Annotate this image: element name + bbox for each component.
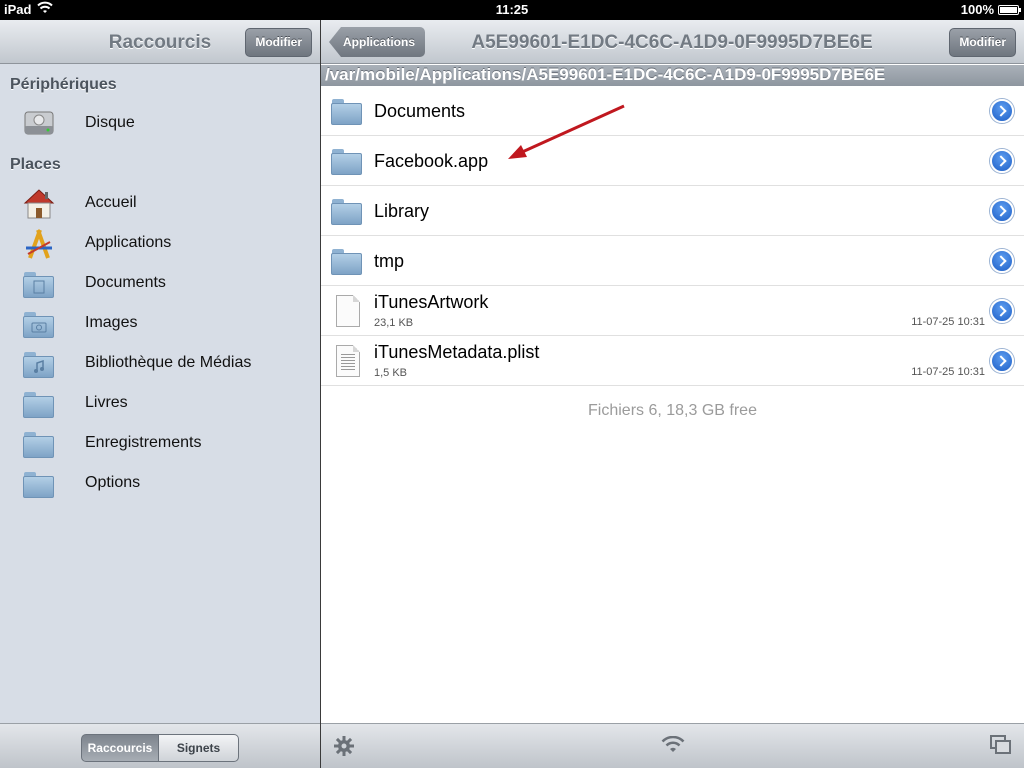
status-bar: iPad 11:25 100% xyxy=(0,0,1024,20)
document-icon xyxy=(330,295,364,327)
folder-title: A5E99601-E1DC-4C6C-A1D9-0F9995D7BE6E xyxy=(471,32,873,53)
shortcuts-edit-button[interactable]: Modifier xyxy=(245,28,312,57)
sidebar-item-label: Applications xyxy=(85,234,172,251)
home-icon xyxy=(22,188,56,220)
folder-icon xyxy=(22,468,56,500)
battery-icon xyxy=(998,5,1021,15)
battery-percent: 100% xyxy=(960,2,994,17)
clock: 11:25 xyxy=(495,2,529,17)
back-button[interactable]: Applications xyxy=(329,27,426,57)
sidebar-item-label: Accueil xyxy=(85,194,137,211)
file-size: 1,5 KB xyxy=(374,367,408,379)
folder-icon xyxy=(330,95,364,127)
detail-disclosure-icon[interactable] xyxy=(990,149,1014,173)
sidebar-item-label: Disque xyxy=(85,114,135,131)
file-browser-toolbar xyxy=(321,723,1024,768)
shortcuts-pane: Raccourcis Modifier Périphériques Disque… xyxy=(0,20,320,768)
sidebar-item-label: Options xyxy=(85,474,141,491)
sidebar-item-applications[interactable]: Applications xyxy=(0,224,320,264)
sidebar-item-images[interactable]: Images xyxy=(0,304,320,344)
folder-icon xyxy=(22,388,56,420)
detail-disclosure-icon[interactable] xyxy=(990,199,1014,223)
sidebar-item-home[interactable]: Accueil xyxy=(0,184,320,224)
sidebar-item-documents[interactable]: Documents xyxy=(0,264,320,304)
detail-disclosure-icon[interactable] xyxy=(990,299,1014,323)
file-name: iTunesMetadata.plist xyxy=(374,342,540,362)
windows-icon[interactable] xyxy=(990,735,1012,760)
sidebar-item-label: Enregistrements xyxy=(85,434,202,451)
sidebar-item-disk[interactable]: Disque xyxy=(0,104,320,144)
edit-button[interactable]: Modifier xyxy=(949,28,1016,57)
tab-bookmarks[interactable]: Signets xyxy=(159,734,239,762)
shortcuts-navbar: Raccourcis Modifier xyxy=(0,20,320,64)
folder-icon xyxy=(330,195,364,227)
gear-icon[interactable] xyxy=(333,735,355,762)
wifi-sharing-icon[interactable] xyxy=(661,735,685,759)
sidebar-item-media-library[interactable]: Bibliothèque de Médias xyxy=(0,344,320,384)
sidebar-item-books[interactable]: Livres xyxy=(0,384,320,424)
sidebar-item-label: Bibliothèque de Médias xyxy=(85,354,252,371)
file-row[interactable]: iTunesArtwork 23,1 KB 11-07-25 10:31 xyxy=(321,286,1024,336)
path-bar: /var/mobile/Applications/A5E99601-E1DC-4… xyxy=(321,65,1024,86)
file-row[interactable]: tmp xyxy=(321,236,1024,286)
file-browser-pane: Applications A5E99601-E1DC-4C6C-A1D9-0F9… xyxy=(321,20,1024,768)
file-row[interactable]: iTunesMetadata.plist 1,5 KB 11-07-25 10:… xyxy=(321,336,1024,386)
detail-disclosure-icon[interactable] xyxy=(990,99,1014,123)
sidebar-item-label: Documents xyxy=(85,274,166,291)
file-row[interactable]: Facebook.app xyxy=(321,136,1024,186)
file-name: Facebook.app xyxy=(374,151,489,171)
documents-folder-icon xyxy=(22,268,56,300)
file-count-footer: Fichiers 6, 18,3 GB free xyxy=(588,402,757,419)
applications-icon xyxy=(22,228,56,260)
file-name: tmp xyxy=(374,251,405,271)
shortcuts-toolbar: Raccourcis Signets xyxy=(0,723,320,768)
file-name: Library xyxy=(374,201,430,221)
file-size: 23,1 KB xyxy=(374,317,414,329)
file-row[interactable]: Library xyxy=(321,186,1024,236)
detail-disclosure-icon[interactable] xyxy=(990,249,1014,273)
file-row[interactable]: Documents xyxy=(321,86,1024,136)
disk-icon xyxy=(22,108,56,140)
file-name: Documents xyxy=(374,101,466,121)
section-header-devices: Périphériques xyxy=(10,76,117,93)
sidebar-item-label: Images xyxy=(85,314,138,331)
sidebar-item-options[interactable]: Options xyxy=(0,464,320,504)
folder-icon xyxy=(22,428,56,460)
file-name: iTunesArtwork xyxy=(374,292,489,312)
tab-shortcuts[interactable]: Raccourcis xyxy=(81,734,159,762)
folder-icon xyxy=(330,245,364,277)
detail-disclosure-icon[interactable] xyxy=(990,349,1014,373)
section-header-places: Places xyxy=(10,156,61,173)
sidebar-item-recordings[interactable]: Enregistrements xyxy=(0,424,320,464)
plist-file-icon xyxy=(330,345,364,377)
sidebar-item-label: Livres xyxy=(85,394,128,411)
file-date: 11-07-25 10:31 xyxy=(911,316,985,328)
file-date: 11-07-25 10:31 xyxy=(911,366,985,378)
file-browser-navbar: Applications A5E99601-E1DC-4C6C-A1D9-0F9… xyxy=(321,20,1024,64)
images-folder-icon xyxy=(22,308,56,340)
folder-icon xyxy=(330,145,364,177)
music-folder-icon xyxy=(22,348,56,380)
